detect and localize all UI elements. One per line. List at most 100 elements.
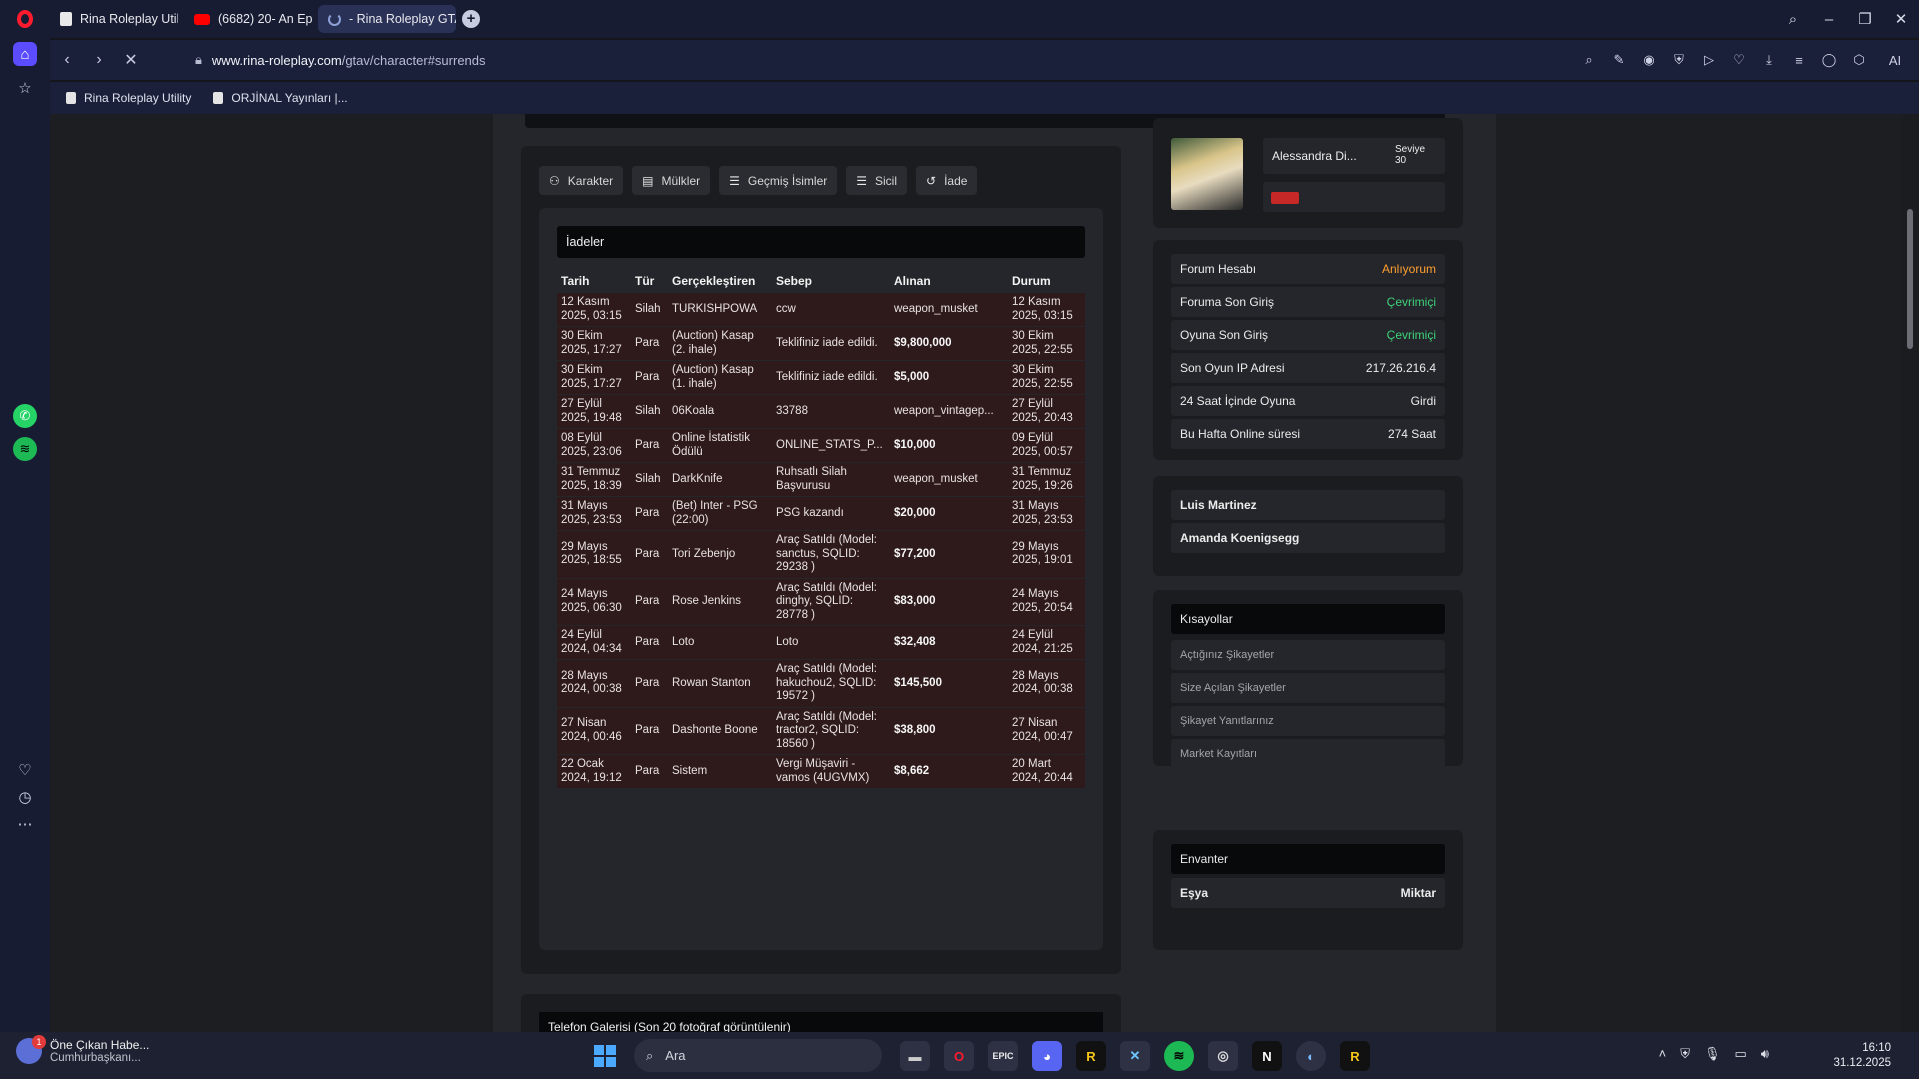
status-indicator — [1271, 192, 1299, 204]
tab-label: Geçmiş İsimler — [747, 173, 828, 188]
whatsapp-icon[interactable]: ✆ — [13, 404, 37, 428]
extensions-icon[interactable]: ⬡ — [1851, 52, 1867, 68]
table-row: 24 Eylül 2024, 04:34 Para Loto Loto $32,408 2… — [557, 625, 1085, 660]
profile-card: Alessandra Di... Seviye 30 — [1153, 118, 1463, 228]
scrollbar-thumb[interactable] — [1907, 209, 1913, 349]
cell-status: 27 Nisan 2024, 00:47 — [1008, 707, 1085, 755]
cell-reason: Araç Satıldı (Model: tractor2, SQLID: 18… — [772, 707, 890, 755]
shortcut-acilan-sikayetler[interactable]: Açtığınız Şikayetler — [1171, 640, 1445, 670]
table-row: 29 Mayıs 2025, 18:55 Para Tori Zebenjo Araç… — [557, 530, 1085, 579]
level-value: 30 — [1394, 155, 1407, 166]
url-host: www.rina-roleplay.com — [211, 52, 342, 68]
app-icon[interactable]: ◐ — [1296, 1041, 1326, 1071]
maximize-button[interactable]: ❐ — [1847, 10, 1883, 28]
spotify-icon[interactable]: ≋ — [13, 437, 37, 461]
cell-reason: Araç Satıldı (Model: sanctus, SQLID: 292… — [772, 530, 890, 579]
iade-card: İadeler Tarih Tür Gerçekleştiren Sebep A… — [539, 208, 1103, 950]
star-icon[interactable]: ☆ — [13, 76, 37, 100]
steam-icon[interactable]: ◎ — [1208, 1041, 1238, 1071]
url-field[interactable]: 🔒︎ www.rina-roleplay.com/gtav/character#… — [195, 52, 1435, 68]
shortcut-yanitlar[interactable]: Şikayet Yanıtlarınız — [1171, 706, 1445, 736]
close-window-button[interactable]: ✕ — [1883, 10, 1919, 28]
info-label: Bu Hafta Online süresi — [1180, 427, 1301, 441]
cell-date: 24 Mayıs 2025, 06:30 — [557, 578, 631, 626]
download-icon[interactable]: ⤓ — [1761, 52, 1777, 68]
address-bar-tools: ⌕ ✎ ◉ ⛨ ▷ ♡ ⤓ ≡ ◯ ⬡ AI — [1581, 52, 1909, 68]
file-explorer-icon[interactable]: ▬ — [900, 1041, 930, 1071]
shield-icon[interactable]: ⛨ — [1671, 52, 1687, 68]
table-row: 28 Mayıs 2024, 00:38 Para Rowan Stanton Ara… — [557, 659, 1085, 708]
back-button[interactable]: ‹ — [54, 51, 80, 69]
heart-icon[interactable]: ♡ — [1731, 52, 1747, 68]
profile-icon[interactable]: ◯ — [1821, 52, 1837, 68]
cell-type: Para — [631, 530, 668, 579]
menu-icon[interactable]: ≡ — [1791, 53, 1807, 68]
play-icon[interactable]: ▷ — [1701, 52, 1717, 68]
shortcut-market[interactable]: Market Kayıtları — [1171, 739, 1445, 769]
opera-icon[interactable]: O — [944, 1041, 974, 1071]
fivem-icon[interactable]: ✕ — [1120, 1041, 1150, 1071]
windows-start-icon[interactable] — [594, 1045, 616, 1067]
cell-reason: Ruhsatlı Silah Başvurusu — [772, 462, 890, 497]
tab-karakter[interactable]: ⚇ Karakter — [539, 166, 624, 195]
edit-icon[interactable]: ✎ — [1611, 52, 1627, 68]
cell-reason: Vergi Müşaviri - vamos (4UGVMX) — [772, 754, 890, 789]
tab-gecmis-isimler[interactable]: ☰ Geçmiş İsimler — [719, 166, 838, 195]
cell-received: $83,000 — [890, 578, 1008, 626]
news-widget[interactable]: 1 Öne Çıkan Habe... Cumhurbaşkanı... — [16, 1035, 149, 1064]
rina-icon[interactable]: R — [1340, 1041, 1370, 1071]
character-link-amanda[interactable]: Amanda Koenigsegg — [1171, 523, 1445, 553]
tab-rina-utility[interactable]: Rina Roleplay Utility — [50, 5, 178, 33]
epic-games-icon[interactable]: EPIC — [988, 1041, 1018, 1071]
table-row: 12 Kasım 2025, 03:15 Silah TURKISHPOWA ccw w… — [557, 293, 1085, 327]
info-label: Oyuna Son Giriş — [1180, 328, 1269, 342]
tab-iade[interactable]: ↺ İade — [916, 166, 978, 195]
loading-spinner-icon — [328, 12, 341, 26]
tab-title: (6682) 20- An Epic Sym — [218, 12, 312, 26]
camera-icon[interactable]: ◉ — [1641, 52, 1657, 68]
clock[interactable]: 16:10 31.12.2025 — [1833, 1041, 1891, 1071]
cell-received: $5,000 — [890, 360, 1008, 395]
stop-loading-button[interactable]: ✕ — [118, 50, 144, 70]
news-badge: 1 — [32, 1035, 46, 1049]
home-icon[interactable]: ⌂ — [13, 42, 37, 66]
spotify-icon[interactable]: ≋ — [1164, 1041, 1194, 1071]
history-icon[interactable]: ◷ — [13, 785, 37, 809]
inventory-col-item: Eşya — [1180, 886, 1209, 900]
find-icon[interactable]: ⌕ — [1581, 52, 1597, 68]
status-bar — [1263, 182, 1445, 212]
rina-icon[interactable]: R — [1076, 1041, 1106, 1071]
more-icon[interactable]: ⋯ — [13, 812, 37, 836]
network-icon[interactable]: ▭ — [1735, 1046, 1747, 1062]
cell-actor: Tori Zebenjo — [668, 530, 772, 579]
minimize-button[interactable]: – — [1811, 11, 1847, 28]
tab-rina-gtav[interactable]: - Rina Roleplay GTA V | we — [318, 5, 456, 33]
opera-logo-icon[interactable] — [0, 0, 50, 38]
tab-sicil[interactable]: ☰ Sicil — [846, 166, 908, 195]
lock-icon: 🔒︎ — [195, 52, 202, 67]
bookmark-rina-utility[interactable]: Rina Roleplay Utility — [66, 91, 191, 105]
discord-icon[interactable]: ◕ — [1032, 1041, 1062, 1071]
cell-actor: Loto — [668, 625, 772, 660]
shortcut-size-acilan[interactable]: Size Açılan Şikayetler — [1171, 673, 1445, 703]
chevron-up-icon[interactable]: ˄ — [1659, 1046, 1667, 1062]
cell-actor: Rowan Stanton — [668, 659, 772, 708]
microphone-icon[interactable]: 🎙︎ — [1704, 1046, 1721, 1062]
ns-icon[interactable]: N — [1252, 1041, 1282, 1071]
ai-button[interactable]: AI — [1881, 53, 1909, 68]
column-header: Durum — [1008, 268, 1085, 293]
cell-received: $10,000 — [890, 428, 1008, 463]
tab-search-icon[interactable]: ⌕ — [1775, 11, 1811, 28]
security-icon[interactable]: ⛨ — [1680, 1046, 1690, 1062]
bookmark-orjinal[interactable]: ORJİNAL Yayınları |... — [213, 91, 348, 105]
page-scrollbar[interactable] — [1901, 114, 1919, 1032]
column-header: Tarih — [557, 268, 631, 293]
tab-youtube[interactable]: (6682) 20- An Epic Sym — [184, 5, 312, 33]
taskbar-search[interactable]: ⌕ Ara — [634, 1039, 882, 1072]
heart-icon[interactable]: ♡ — [13, 758, 37, 782]
volume-icon[interactable]: 🔊︎ — [1761, 1046, 1769, 1062]
character-link-luis[interactable]: Luis Martinez — [1171, 490, 1445, 520]
new-tab-button[interactable]: + — [462, 10, 480, 28]
forward-button[interactable]: › — [86, 51, 112, 69]
tab-mulkler[interactable]: ▤ Mülkler — [632, 166, 711, 195]
